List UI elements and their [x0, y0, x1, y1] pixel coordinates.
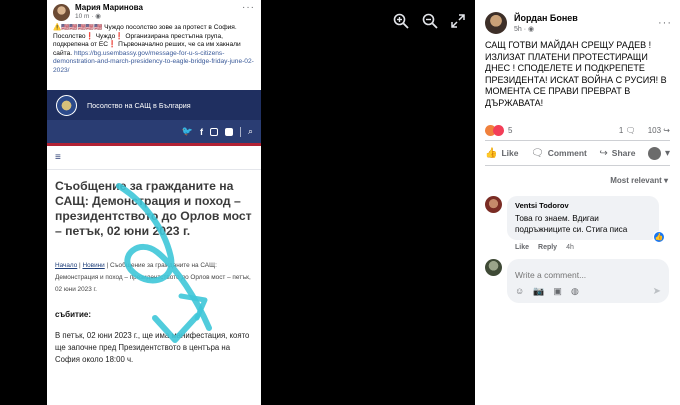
reaction-count[interactable]: 5 [508, 126, 512, 135]
avatar [485, 259, 502, 276]
post-text: САЩ ГОТВИ МАЙДАН СРЕЩУ РАДЕВ ! ИЗЛИЗАТ П… [485, 40, 667, 108]
embedded-screenshot: Мария Маринова 10 m · ◉ ··· ⚠️🇺🇸🇺🇸🇺🇸🇺🇸🇺🇸… [47, 0, 261, 405]
more-options-icon: ··· [242, 2, 255, 13]
post-time[interactable]: 5h · ◉ [514, 26, 578, 33]
divider [239, 126, 241, 137]
zoom-out-icon[interactable] [421, 12, 439, 30]
share-count[interactable]: 103 ↪ [648, 126, 670, 135]
post-stats: 5 1 🗨 103 ↪ [475, 118, 680, 140]
comment-reply-button[interactable]: Reply [538, 244, 557, 251]
more-options-icon[interactable]: ··· [658, 18, 672, 29]
embedded-post-time: 10 m · ◉ [75, 13, 101, 20]
comment-bubble: Ventsi Todorov Това го знаем. Вдигаи под… [507, 196, 665, 243]
chevron-down-icon: ▾ [664, 147, 670, 159]
send-icon[interactable]: ➤ [653, 286, 661, 297]
comment-time[interactable]: 4h [566, 244, 574, 251]
comment-composer: ☺ 📷 ▣ ◍ ➤ [475, 259, 680, 303]
comment-sort-dropdown[interactable]: Most relevant ▾ [475, 166, 680, 192]
embassy-title: Посолство на САЩ в България [87, 100, 191, 110]
sticker-icon[interactable]: ◍ [571, 286, 579, 297]
avatar [53, 4, 70, 21]
embassy-banner: Посолство на САЩ в България [47, 90, 261, 120]
post-actions: 👍 Like 🗨 Comment ↪ Share ▾ [485, 140, 670, 166]
embassy-social-bar: 🐦 f ⌕ [47, 120, 261, 146]
embassy-heading: Съобщение за гражданите на САЩ: Демонстр… [55, 179, 252, 238]
post-header: Йордан Бонев 5h · ◉ ··· [475, 0, 680, 36]
post-author-name[interactable]: Йордан Бонев [514, 13, 578, 23]
comment-text: Това го знаем. Вдигаи подръжниците си. С… [515, 214, 628, 234]
embedded-post-text: ⚠️🇺🇸🇺🇸🇺🇸🇺🇸🇺🇸 Чуждо посолство зове за про… [53, 24, 254, 74]
embassy-body-text: В петък, 02 юни 2023 г., ще има манифест… [55, 331, 250, 364]
comment-author[interactable]: Ventsi Todorov [515, 201, 651, 210]
search-icon: ⌕ [247, 126, 253, 136]
share-button[interactable]: ↪ Share [599, 148, 635, 159]
zoom-in-icon[interactable] [392, 12, 410, 30]
comment-icon: 🗨 [530, 147, 544, 159]
love-reaction-icon[interactable] [493, 125, 504, 136]
avatar [647, 146, 661, 160]
comment-actions: Like Reply 4h [507, 240, 659, 251]
hamburger-menu-icon: ≡ [55, 152, 61, 163]
camera-icon[interactable]: 📷 [533, 286, 544, 297]
embassy-link: https://bg.usembassy.gov/message-for-u-s… [53, 49, 254, 74]
embassy-breadcrumb: Начало | Новини | Съобщение за гражданит… [55, 262, 251, 293]
embedded-post-header: Мария Маринова 10 m · ◉ ··· [47, 0, 261, 24]
share-icon: ↪ [599, 147, 608, 159]
facebook-icon: f [199, 126, 203, 137]
embassy-section-label: събитие: [55, 310, 91, 319]
like-reaction-badge-icon[interactable]: 👍 [653, 231, 665, 243]
twitter-icon: 🐦 [181, 126, 193, 136]
gif-icon[interactable]: ▣ [553, 286, 562, 297]
embassy-seal-icon [56, 94, 77, 116]
comment-box[interactable]: ☺ 📷 ▣ ◍ ➤ [507, 259, 669, 303]
comment-button[interactable]: 🗨 Comment [531, 148, 587, 159]
avatar[interactable] [485, 196, 502, 213]
like-button[interactable]: 👍 Like [485, 148, 518, 159]
emoji-icon[interactable]: ☺ [515, 286, 524, 297]
comment-input[interactable] [515, 270, 661, 280]
post-panel: Йордан Бонев 5h · ◉ ··· САЩ ГОТВИ МАЙДАН… [475, 0, 680, 405]
plus-icon [224, 127, 233, 136]
audience-selector[interactable]: ▾ [647, 146, 670, 160]
comment-like-button[interactable]: Like [515, 244, 529, 251]
embassy-menu: ≡ [47, 146, 261, 170]
comment: Ventsi Todorov Това го знаем. Вдигаи под… [475, 196, 680, 251]
thumbs-up-icon: 👍 [485, 147, 498, 159]
embedded-author-name: Мария Маринова [75, 3, 143, 12]
fullscreen-icon[interactable] [449, 12, 467, 30]
instagram-icon [209, 127, 218, 136]
avatar[interactable] [485, 12, 507, 34]
comment-count[interactable]: 1 🗨 [619, 126, 636, 135]
